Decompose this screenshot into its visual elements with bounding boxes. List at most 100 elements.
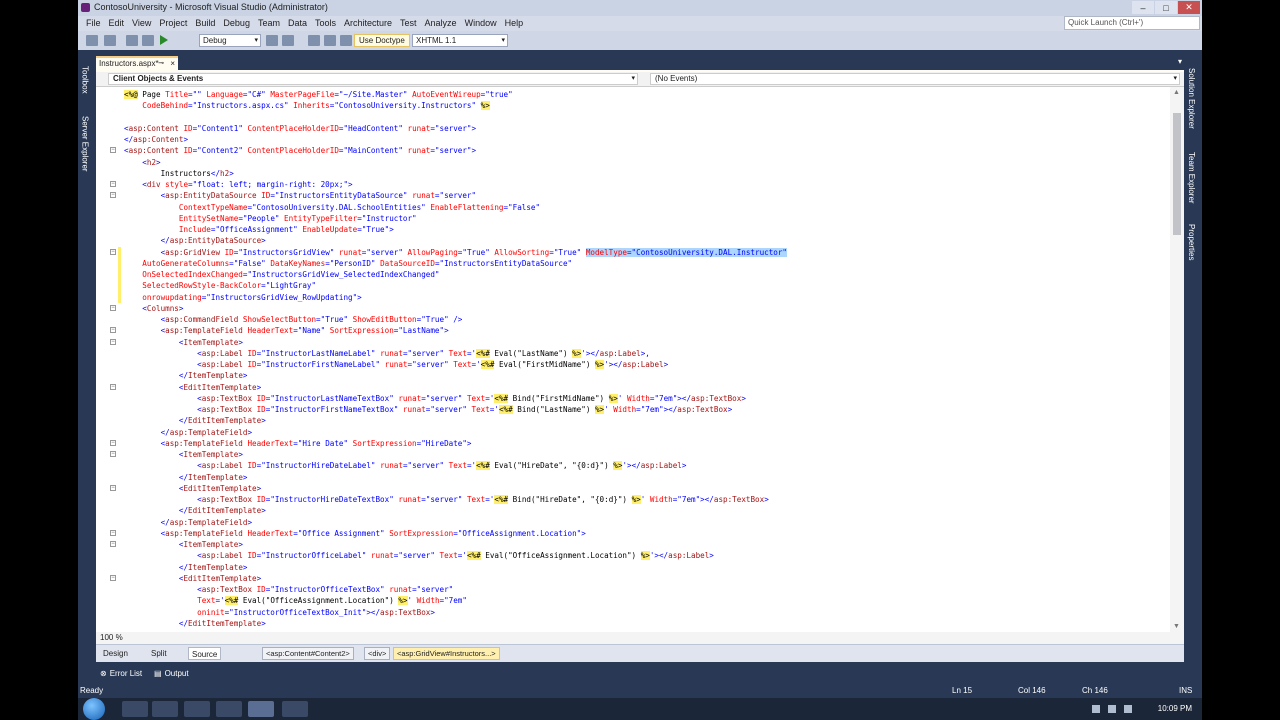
collapse-icon[interactable]: − (110, 192, 116, 199)
css-icon[interactable] (340, 35, 352, 46)
media-player-icon[interactable] (184, 701, 210, 717)
menu-test[interactable]: Test (396, 17, 421, 30)
menu-tools[interactable]: Tools (311, 17, 340, 30)
code-line[interactable]: <ItemTemplate> (124, 337, 243, 348)
collapse-icon[interactable]: − (110, 439, 116, 446)
code-line[interactable]: </ItemTemplate> (124, 370, 248, 381)
vertical-scrollbar[interactable]: ▲ ▼ (1170, 87, 1184, 632)
code-line[interactable]: CodeBehind="Instructors.aspx.cs" Inherit… (124, 100, 490, 111)
close-tab-icon[interactable]: × (170, 59, 175, 68)
collapse-icon[interactable]: − (110, 327, 116, 334)
collapse-icon[interactable]: − (110, 383, 116, 390)
menu-build[interactable]: Build (191, 17, 219, 30)
scroll-down-icon[interactable]: ▼ (1173, 623, 1180, 630)
scroll-up-icon[interactable]: ▲ (1173, 89, 1180, 96)
pin-icon[interactable]: ⊸ (158, 59, 164, 67)
code-line[interactable]: OnSelectedIndexChanged="InstructorsGridV… (124, 269, 439, 280)
code-line[interactable]: <h2> (124, 157, 160, 168)
collapse-icon[interactable]: − (110, 451, 116, 457)
code-line[interactable]: <asp:TextBox ID="InstructorHireDateTextB… (124, 494, 769, 505)
properties-tab[interactable]: Properties (1187, 224, 1196, 260)
code-line[interactable]: <asp:TemplateField HeaderText="Name" Sor… (124, 325, 449, 336)
collapse-icon[interactable]: − (110, 248, 116, 255)
validation-icon[interactable] (308, 35, 320, 46)
code-line[interactable]: Include="OfficeAssignment" EnableUpdate=… (124, 224, 394, 235)
code-line[interactable]: <asp:CommandField ShowSelectButton="True… (124, 314, 463, 325)
code-line[interactable]: </EditItemTemplate> (124, 505, 266, 516)
close-icon[interactable]: ✕ (1178, 1, 1200, 14)
collapse-icon[interactable]: − (110, 574, 116, 581)
source-view-button[interactable]: Source (188, 647, 222, 660)
error-list-tab[interactable]: ⊗ Error List (100, 669, 142, 678)
format-icon[interactable] (282, 35, 294, 46)
code-line[interactable]: <EditItemTemplate> (124, 483, 261, 494)
code-line[interactable]: </ItemTemplate> (124, 562, 248, 573)
code-line[interactable]: <asp:Label ID="InstructorLastNameLabel" … (124, 348, 650, 359)
code-line[interactable]: SelectedRowStyle-BackColor="LightGray" (124, 280, 316, 291)
menu-window[interactable]: Window (461, 17, 501, 30)
code-line[interactable]: <div style="float: left; margin-right: 2… (124, 179, 352, 190)
info-icon[interactable] (282, 701, 308, 717)
breadcrumb-div[interactable]: <div> (364, 647, 391, 660)
code-line[interactable]: <EditItemTemplate> (124, 382, 261, 393)
horizontal-scrollbar[interactable]: 100 % (96, 632, 1184, 644)
code-line[interactable]: <asp:Label ID="InstructorOfficeLabel" ru… (124, 550, 714, 561)
code-line[interactable]: </asp:EntityDataSource> (124, 235, 266, 246)
code-line[interactable]: </asp:TemplateField> (124, 517, 252, 528)
navigate-back-icon[interactable] (86, 35, 98, 46)
menu-analyze[interactable]: Analyze (421, 17, 461, 30)
code-line[interactable]: AutoGenerateColumns="False" DataKeyNames… (124, 258, 572, 269)
code-line[interactable]: Text='<%# Eval("OfficeAssignment.Locatio… (124, 595, 467, 606)
collapse-icon[interactable]: − (110, 181, 116, 187)
minimize-icon[interactable]: – (1132, 1, 1154, 14)
code-line[interactable]: <asp:TemplateField HeaderText="Hire Date… (124, 438, 472, 449)
output-tab[interactable]: ▤ Output (154, 669, 189, 678)
code-line[interactable]: <asp:TextBox ID="InstructorFirstNameText… (124, 404, 732, 415)
menu-architecture[interactable]: Architecture (340, 17, 396, 30)
code-line[interactable]: <asp:Content ID="Content1" ContentPlaceH… (124, 123, 476, 134)
menu-project[interactable]: Project (155, 17, 191, 30)
collapse-icon[interactable]: − (110, 304, 116, 311)
events-dropdown[interactable]: (No Events) ▾ (650, 73, 1180, 85)
code-line[interactable]: </EditItemTemplate> (124, 415, 266, 426)
volume-icon[interactable] (1124, 705, 1132, 713)
collapse-icon[interactable]: − (110, 147, 116, 154)
code-line[interactable]: <Columns> (124, 303, 183, 314)
code-line[interactable]: <EditItemTemplate> (124, 573, 261, 584)
document-tab-instructors[interactable]: Instructors.aspx* ⊸ × (96, 56, 178, 70)
menu-view[interactable]: View (128, 17, 155, 30)
code-line[interactable]: <%@ Page Title="" Language="C#" MasterPa… (124, 89, 513, 100)
style-icon[interactable] (324, 35, 336, 46)
code-line[interactable]: Instructors</h2> (124, 168, 234, 179)
flag-icon[interactable] (1108, 705, 1116, 713)
code-line[interactable]: <asp:Label ID="InstructorHireDateLabel" … (124, 460, 686, 471)
code-line[interactable]: <asp:TextBox ID="InstructorLastNameTextB… (124, 393, 746, 404)
file-explorer-icon[interactable] (216, 701, 242, 717)
menu-team[interactable]: Team (254, 17, 284, 30)
open-file-icon[interactable] (126, 35, 138, 46)
collapse-icon[interactable]: − (110, 529, 116, 536)
visual-studio-icon[interactable] (248, 701, 274, 717)
team-explorer-tab[interactable]: Team Explorer (1187, 152, 1196, 204)
tab-dropdown-icon[interactable]: ▾ (1178, 57, 1182, 66)
build-icon[interactable] (266, 35, 278, 46)
quick-launch-input[interactable]: Quick Launch (Ctrl+') (1064, 16, 1200, 30)
solution-config-select[interactable]: Debug ▾ (199, 34, 261, 47)
code-editor[interactable]: Client Objects & Events ▾ (No Events) ▾ − −… (96, 72, 1184, 662)
code-line[interactable]: ContextTypeName="ContosoUniversity.DAL.S… (124, 202, 540, 213)
scroll-thumb[interactable] (1173, 113, 1181, 235)
use-doctype-button[interactable]: Use Doctype (354, 34, 410, 47)
new-project-icon[interactable] (104, 35, 116, 46)
code-line[interactable]: </asp:Content> (124, 134, 188, 145)
taskbar-clock[interactable]: 10:09 PM (1158, 704, 1192, 713)
breadcrumb-content2[interactable]: <asp:Content#Content2> (262, 647, 354, 660)
maximize-icon[interactable]: □ (1155, 1, 1177, 14)
ie-icon[interactable] (122, 701, 148, 717)
code-line[interactable]: <ItemTemplate> (124, 449, 243, 460)
collapse-icon[interactable]: − (110, 541, 116, 547)
code-line[interactable]: <asp:TemplateField HeaderText="Office As… (124, 528, 586, 539)
split-view-button[interactable]: Split (148, 647, 170, 660)
code-line[interactable]: </EditItemTemplate> (124, 618, 266, 629)
toolbox-tab[interactable]: Toolbox (79, 66, 91, 94)
code-text[interactable]: <%@ Page Title="" Language="C#" MasterPa… (124, 89, 1168, 630)
